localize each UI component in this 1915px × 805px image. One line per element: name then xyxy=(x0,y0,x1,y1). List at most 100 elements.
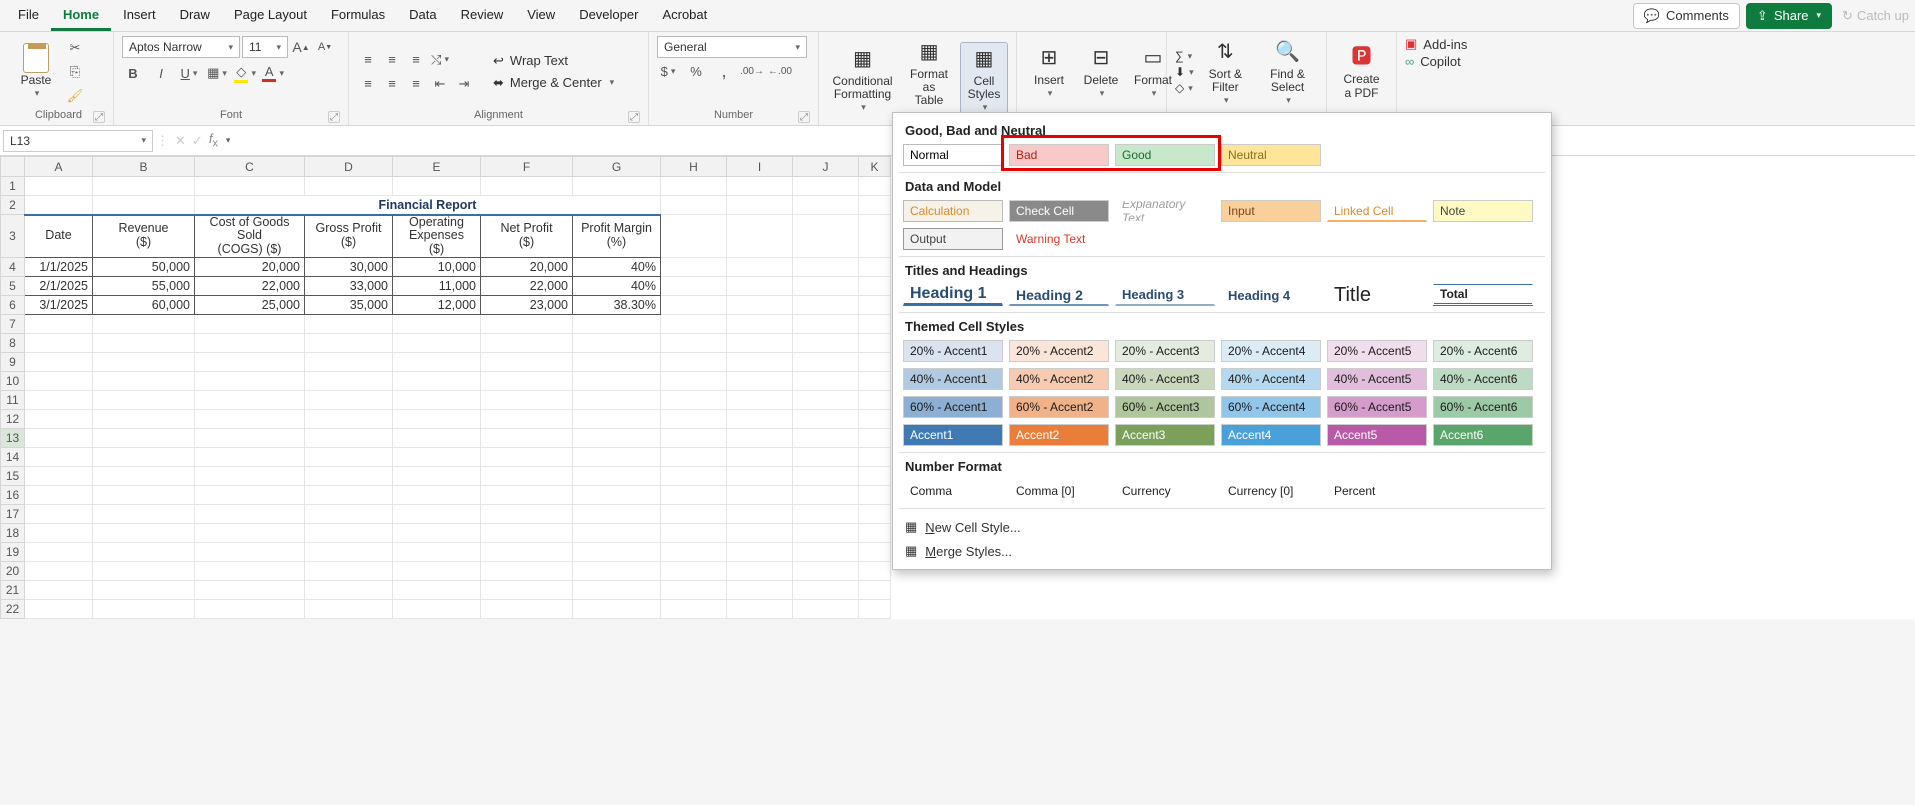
cell[interactable] xyxy=(393,333,481,352)
cell[interactable]: Profit Margin(%) xyxy=(573,215,661,258)
cell[interactable] xyxy=(661,561,727,580)
cell[interactable] xyxy=(793,276,859,295)
style-swatch[interactable]: 20% - Accent1 xyxy=(903,340,1003,362)
cell[interactable] xyxy=(573,485,661,504)
cell[interactable] xyxy=(727,215,793,258)
cell[interactable] xyxy=(727,428,793,447)
cell[interactable]: Revenue($) xyxy=(93,215,195,258)
cell[interactable] xyxy=(305,504,393,523)
cell[interactable] xyxy=(195,580,305,599)
cell[interactable] xyxy=(661,257,727,276)
cell[interactable] xyxy=(25,428,93,447)
cell[interactable] xyxy=(859,561,891,580)
style-swatch[interactable]: 40% - Accent3 xyxy=(1115,368,1215,390)
row-header[interactable]: 20 xyxy=(1,561,25,580)
cell[interactable] xyxy=(305,447,393,466)
fx-icon[interactable]: fx xyxy=(209,131,218,150)
cell[interactable] xyxy=(481,447,573,466)
style-swatch[interactable]: Check Cell xyxy=(1009,200,1109,222)
cell[interactable] xyxy=(25,542,93,561)
catch-up-button[interactable]: ↻ Catch up xyxy=(1842,8,1909,24)
cell[interactable] xyxy=(661,523,727,542)
cell[interactable] xyxy=(859,542,891,561)
style-swatch[interactable]: Title xyxy=(1327,284,1427,306)
format-as-table-button[interactable]: ▦ Format as Table▾ xyxy=(902,36,956,121)
cell[interactable]: 60,000 xyxy=(93,295,195,314)
cell[interactable]: 33,000 xyxy=(305,276,393,295)
cell[interactable]: 25,000 xyxy=(195,295,305,314)
style-swatch[interactable]: Accent2 xyxy=(1009,424,1109,446)
cell[interactable] xyxy=(661,504,727,523)
style-swatch[interactable]: Currency xyxy=(1115,480,1215,502)
cell[interactable] xyxy=(93,504,195,523)
cell[interactable]: 10,000 xyxy=(393,257,481,276)
cell[interactable] xyxy=(393,599,481,618)
cell[interactable] xyxy=(93,485,195,504)
cell[interactable]: Cost of Goods Sold(COGS) ($) xyxy=(195,215,305,258)
cell[interactable] xyxy=(195,352,305,371)
cell[interactable] xyxy=(573,177,661,196)
cell[interactable] xyxy=(305,177,393,196)
cell[interactable] xyxy=(481,485,573,504)
cell[interactable] xyxy=(93,352,195,371)
cell[interactable] xyxy=(573,580,661,599)
tab-formulas[interactable]: Formulas xyxy=(319,1,397,31)
cell[interactable]: Financial Report xyxy=(195,196,661,215)
tab-draw[interactable]: Draw xyxy=(168,1,222,31)
align-top-button[interactable]: ≡ xyxy=(357,49,379,71)
clear-button[interactable]: ◇▾ xyxy=(1175,81,1194,95)
cell[interactable] xyxy=(661,177,727,196)
fill-button[interactable]: ⬇▾ xyxy=(1175,65,1194,79)
cell[interactable] xyxy=(481,314,573,333)
cell[interactable] xyxy=(793,447,859,466)
cell[interactable]: 11,000 xyxy=(393,276,481,295)
cancel-icon[interactable]: ✕ xyxy=(175,133,186,149)
cell[interactable] xyxy=(727,599,793,618)
cell[interactable] xyxy=(573,428,661,447)
cell[interactable] xyxy=(25,352,93,371)
style-swatch[interactable]: Percent xyxy=(1327,480,1427,502)
cell[interactable] xyxy=(793,333,859,352)
style-swatch[interactable]: 40% - Accent5 xyxy=(1327,368,1427,390)
tab-file[interactable]: File xyxy=(6,1,51,31)
style-swatch[interactable]: Neutral xyxy=(1221,144,1321,166)
style-swatch[interactable]: 60% - Accent3 xyxy=(1115,396,1215,418)
italic-button[interactable]: I xyxy=(150,62,172,84)
enter-icon[interactable]: ✓ xyxy=(192,133,203,149)
row-header[interactable]: 8 xyxy=(1,333,25,352)
cell[interactable] xyxy=(573,352,661,371)
cell[interactable] xyxy=(93,428,195,447)
row-header[interactable]: 15 xyxy=(1,466,25,485)
cell[interactable] xyxy=(859,599,891,618)
decrease-indent-button[interactable]: ⇤ xyxy=(429,73,451,95)
col-header[interactable]: D xyxy=(305,157,393,177)
cell[interactable] xyxy=(727,466,793,485)
cell[interactable] xyxy=(573,542,661,561)
cell[interactable] xyxy=(481,466,573,485)
percent-format-button[interactable]: % xyxy=(685,60,707,82)
cell[interactable] xyxy=(393,428,481,447)
cell[interactable] xyxy=(661,352,727,371)
cell[interactable] xyxy=(393,542,481,561)
cell[interactable] xyxy=(195,523,305,542)
font-color-button[interactable]: A xyxy=(262,62,284,84)
bold-button[interactable]: B xyxy=(122,62,144,84)
cell[interactable] xyxy=(573,371,661,390)
style-swatch[interactable]: 20% - Accent3 xyxy=(1115,340,1215,362)
cell[interactable] xyxy=(859,215,891,258)
cell[interactable] xyxy=(573,333,661,352)
row-header[interactable]: 6 xyxy=(1,295,25,314)
cell[interactable] xyxy=(793,257,859,276)
cell[interactable] xyxy=(793,371,859,390)
cell[interactable] xyxy=(481,177,573,196)
cell[interactable] xyxy=(481,542,573,561)
number-format-combo[interactable]: General▾ xyxy=(657,36,807,58)
style-swatch[interactable]: Heading 4 xyxy=(1221,284,1321,306)
cell[interactable]: 3/1/2025 xyxy=(25,295,93,314)
increase-font-button[interactable]: A▲ xyxy=(290,36,312,58)
cell[interactable] xyxy=(727,333,793,352)
cell[interactable] xyxy=(727,295,793,314)
cell[interactable] xyxy=(195,371,305,390)
cell[interactable] xyxy=(305,428,393,447)
cell[interactable] xyxy=(661,409,727,428)
